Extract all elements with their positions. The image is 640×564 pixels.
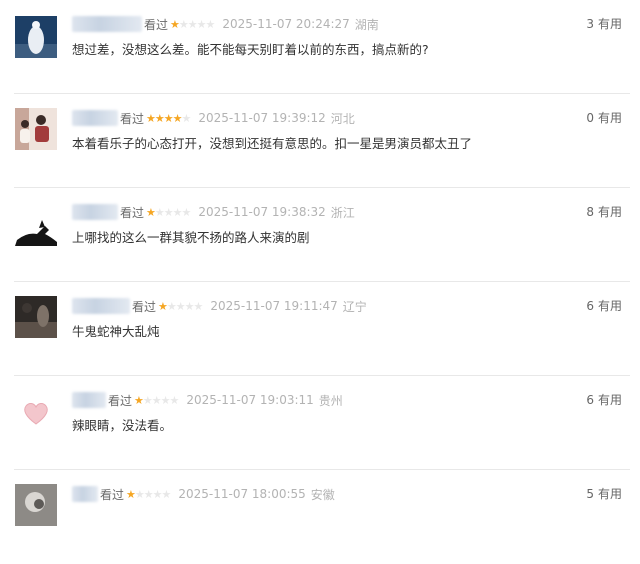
rating-stars: ★★★★★ bbox=[158, 299, 203, 313]
comment-text: 上哪找的这么一群其貌不扬的路人来演的剧 bbox=[72, 230, 310, 245]
comment-item: 看过 ★★★★★ 2025-11-07 20:24:27 湖南 想过差，没想这么… bbox=[0, 0, 640, 94]
rating-stars: ★★★★★ bbox=[170, 17, 215, 31]
useful-count: 0 bbox=[586, 111, 594, 125]
comment-meta: 看过 ★★★★★ 2025-11-07 19:38:32 浙江 bbox=[72, 203, 355, 221]
comment-location: 安徽 bbox=[310, 487, 335, 502]
avatar[interactable] bbox=[15, 204, 57, 246]
comment-item: 看过 ★★★★★ 2025-11-07 19:11:47 辽宁 牛鬼蛇神大乱炖 … bbox=[0, 282, 640, 376]
useful-count: 3 bbox=[586, 17, 594, 31]
useful-vote[interactable]: 6 有用 bbox=[586, 297, 622, 314]
username-redacted[interactable] bbox=[72, 392, 106, 408]
username-redacted[interactable] bbox=[72, 204, 118, 220]
useful-vote[interactable]: 3 有用 bbox=[586, 15, 622, 32]
useful-label: 有用 bbox=[597, 487, 622, 501]
comment-text: 牛鬼蛇神大乱炖 bbox=[72, 324, 160, 339]
useful-label: 有用 bbox=[597, 205, 622, 219]
useful-vote[interactable]: 0 有用 bbox=[586, 109, 622, 126]
watch-status: 看过 bbox=[144, 17, 169, 32]
useful-label: 有用 bbox=[597, 111, 622, 125]
useful-vote[interactable]: 8 有用 bbox=[586, 203, 622, 220]
watch-status: 看过 bbox=[100, 487, 125, 502]
useful-count: 6 bbox=[586, 393, 594, 407]
useful-vote[interactable]: 5 有用 bbox=[586, 485, 622, 502]
comment-location: 河北 bbox=[330, 111, 355, 126]
comment-time: 2025-11-07 19:39:12 bbox=[198, 111, 326, 125]
comment-location: 贵州 bbox=[318, 393, 343, 408]
username-redacted[interactable] bbox=[72, 110, 118, 126]
watch-status: 看过 bbox=[120, 205, 145, 220]
useful-count: 5 bbox=[586, 487, 594, 501]
username-redacted[interactable] bbox=[72, 486, 98, 502]
comment-time: 2025-11-07 19:11:47 bbox=[210, 299, 338, 313]
rating-stars: ★★★★★ bbox=[146, 111, 191, 125]
comment-meta: 看过 ★★★★★ 2025-11-07 20:24:27 湖南 bbox=[72, 15, 379, 33]
watch-status: 看过 bbox=[108, 393, 133, 408]
watch-status: 看过 bbox=[120, 111, 145, 126]
avatar[interactable] bbox=[15, 484, 57, 526]
useful-label: 有用 bbox=[597, 17, 622, 31]
comment-meta: 看过 ★★★★★ 2025-11-07 19:39:12 河北 bbox=[72, 109, 355, 127]
comment-time: 2025-11-07 20:24:27 bbox=[222, 17, 350, 31]
rating-stars: ★★★★★ bbox=[146, 205, 191, 219]
useful-vote[interactable]: 6 有用 bbox=[586, 391, 622, 408]
avatar[interactable] bbox=[15, 390, 57, 432]
comment-meta: 看过 ★★★★★ 2025-11-07 19:03:11 贵州 bbox=[72, 391, 343, 409]
avatar[interactable] bbox=[15, 296, 57, 338]
comment-item: 看过 ★★★★★ 2025-11-07 18:00:55 安徽 5 有用 bbox=[0, 470, 640, 564]
comment-text: 想过差，没想这么差。能不能每天别盯着以前的东西，搞点新的? bbox=[72, 42, 429, 57]
rating-stars: ★★★★★ bbox=[134, 393, 179, 407]
username-redacted[interactable] bbox=[72, 16, 142, 32]
useful-count: 6 bbox=[586, 299, 594, 313]
avatar[interactable] bbox=[15, 108, 57, 150]
useful-label: 有用 bbox=[597, 299, 622, 313]
comment-meta: 看过 ★★★★★ 2025-11-07 18:00:55 安徽 bbox=[72, 485, 335, 503]
comment-item: 看过 ★★★★★ 2025-11-07 19:38:32 浙江 上哪找的这么一群… bbox=[0, 188, 640, 282]
rating-stars: ★★★★★ bbox=[126, 487, 171, 501]
comment-text: 辣眼睛，没法看。 bbox=[72, 418, 173, 433]
comment-location: 辽宁 bbox=[342, 299, 367, 314]
useful-count: 8 bbox=[586, 205, 594, 219]
comment-list: 看过 ★★★★★ 2025-11-07 20:24:27 湖南 想过差，没想这么… bbox=[0, 0, 640, 526]
avatar[interactable] bbox=[15, 16, 57, 58]
username-redacted[interactable] bbox=[72, 298, 130, 314]
comment-time: 2025-11-07 19:03:11 bbox=[186, 393, 314, 407]
comment-location: 湖南 bbox=[354, 17, 379, 32]
comment-item: 看过 ★★★★★ 2025-11-07 19:39:12 河北 本着看乐子的心态… bbox=[0, 94, 640, 188]
comment-meta: 看过 ★★★★★ 2025-11-07 19:11:47 辽宁 bbox=[72, 297, 367, 315]
comment-item: 看过 ★★★★★ 2025-11-07 19:03:11 贵州 辣眼睛，没法看。… bbox=[0, 376, 640, 470]
watch-status: 看过 bbox=[132, 299, 157, 314]
comment-text: 本着看乐子的心态打开，没想到还挺有意思的。扣一星是男演员都太丑了 bbox=[72, 136, 473, 151]
useful-label: 有用 bbox=[597, 393, 622, 407]
comment-time: 2025-11-07 19:38:32 bbox=[198, 205, 326, 219]
comment-time: 2025-11-07 18:00:55 bbox=[178, 487, 306, 501]
comment-location: 浙江 bbox=[330, 205, 355, 220]
